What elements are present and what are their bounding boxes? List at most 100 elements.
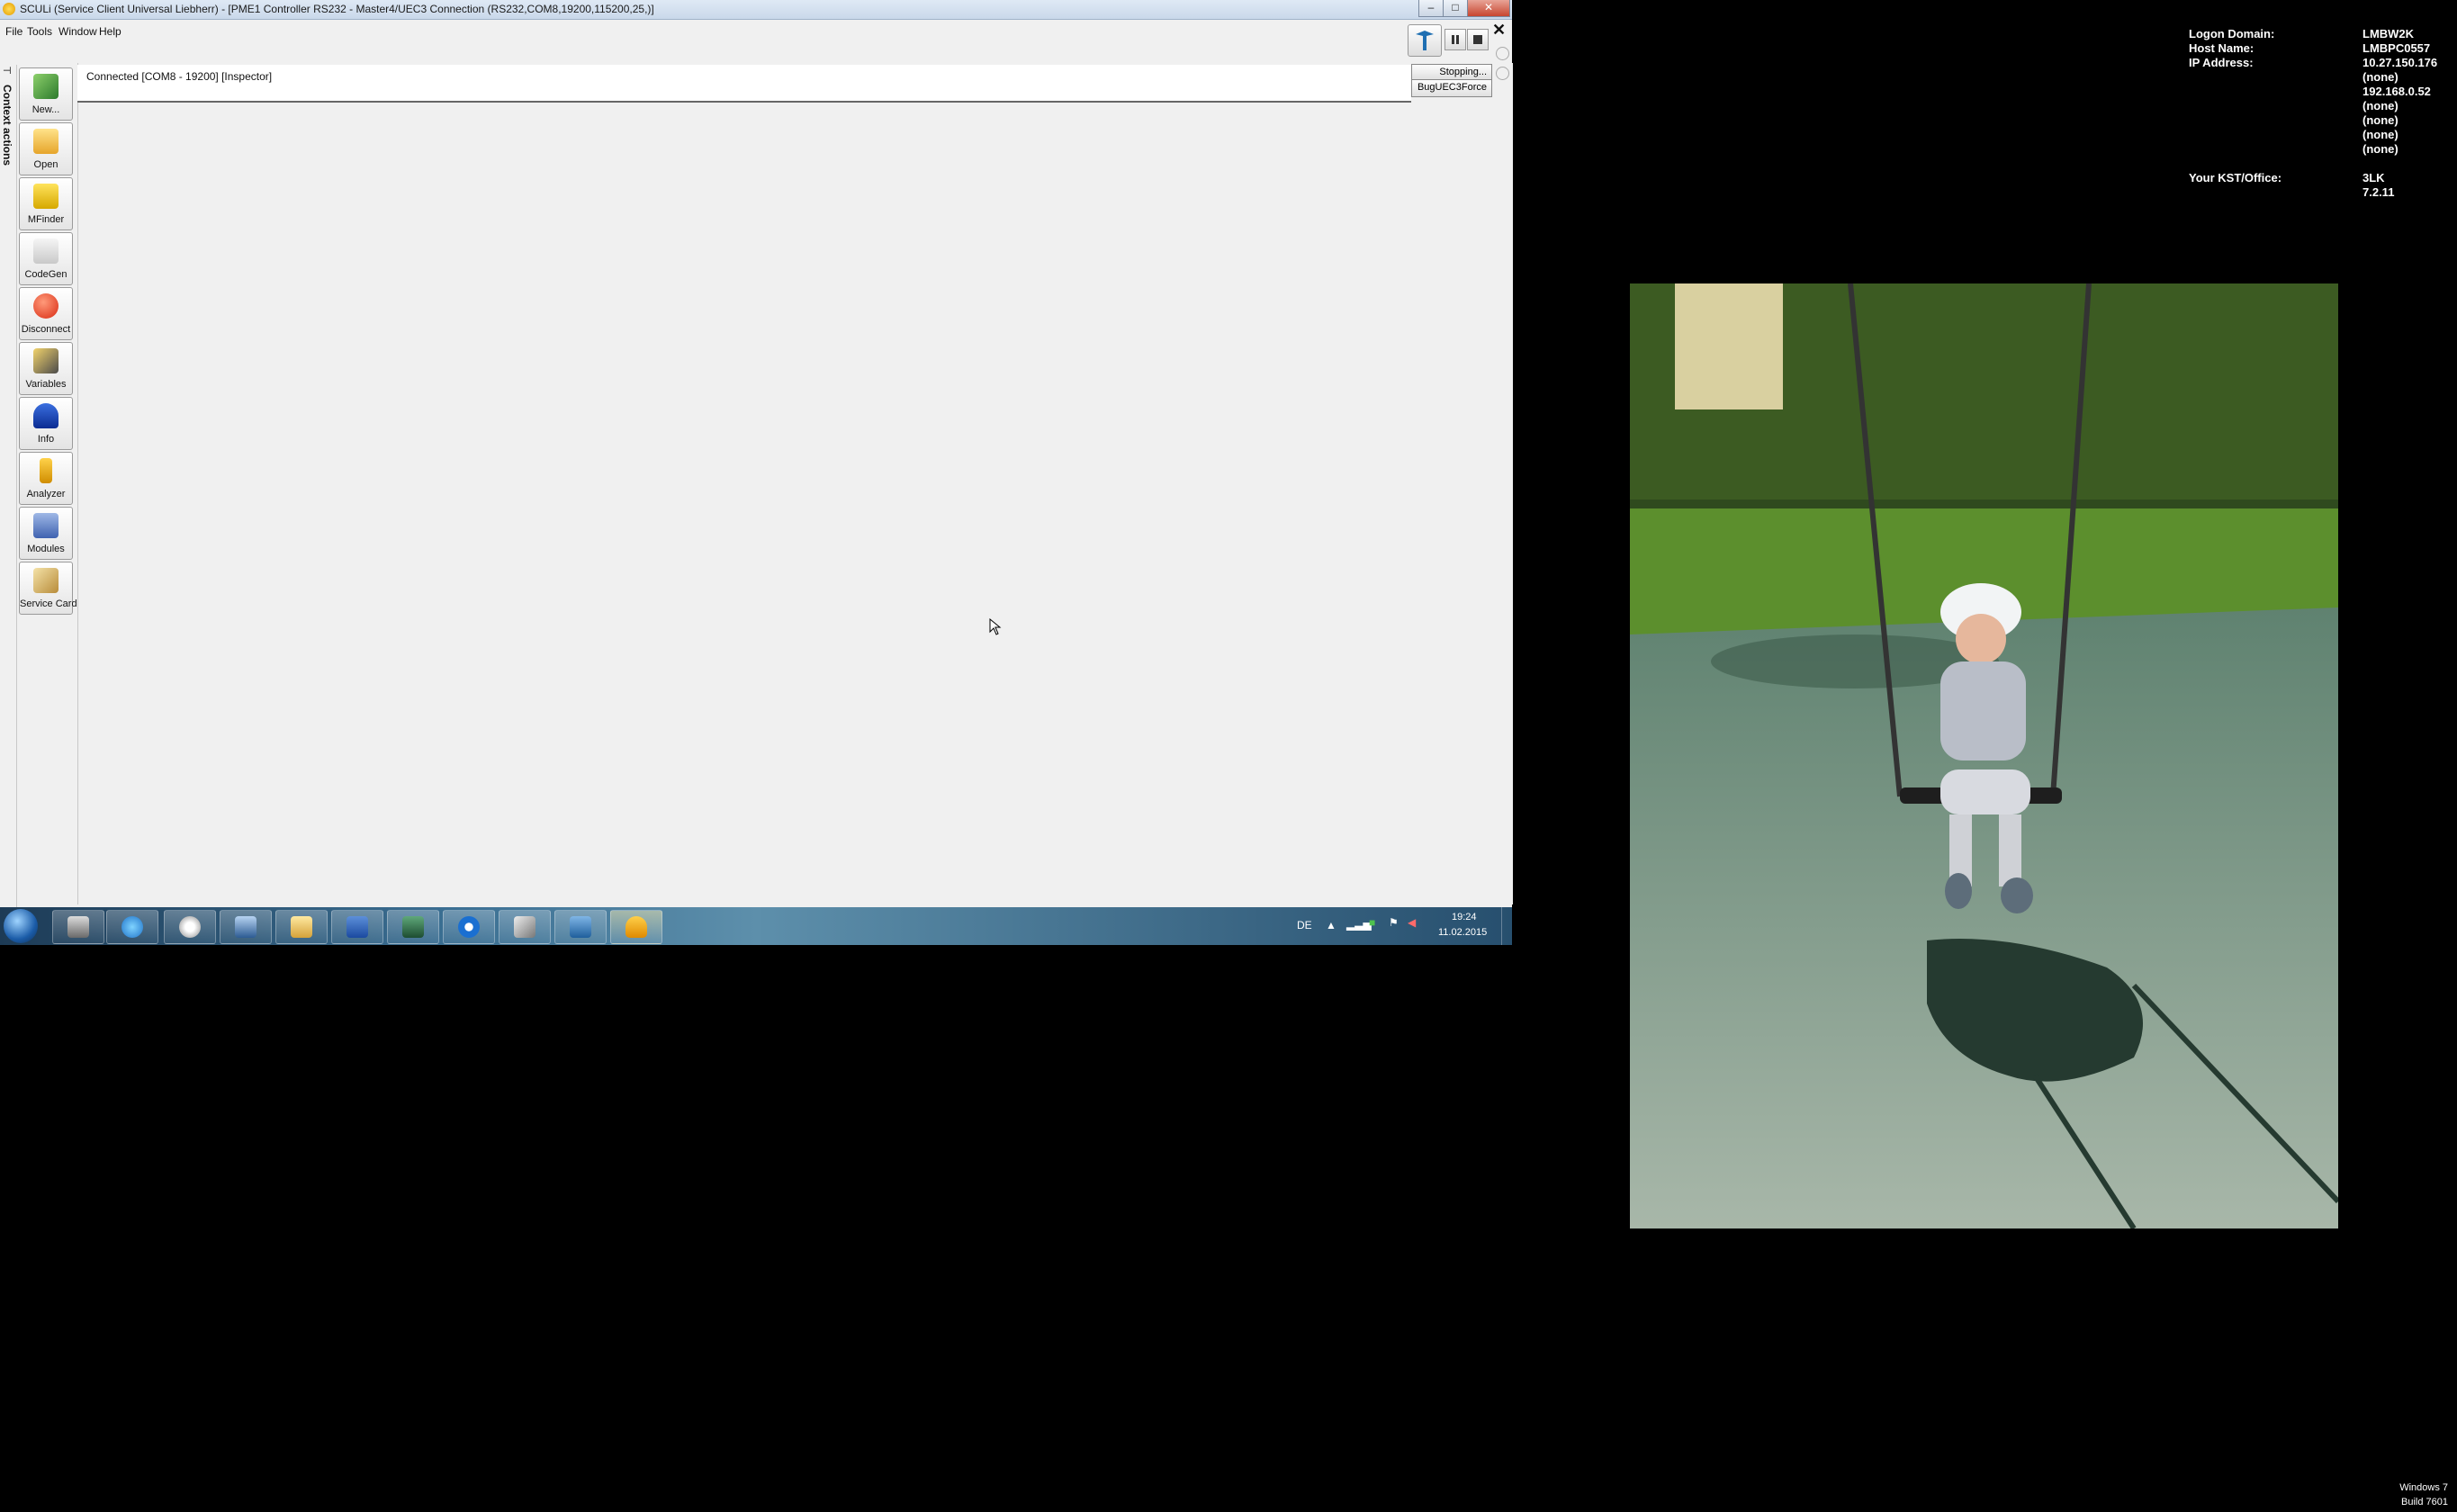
mfinder-button[interactable]: MFinder bbox=[19, 177, 73, 230]
codegen-button[interactable]: CodeGen bbox=[19, 232, 73, 285]
variables-button[interactable]: Variables bbox=[19, 342, 73, 395]
mfinder-label: MFinder bbox=[27, 214, 65, 225]
info-ip-address-label: IP Address: bbox=[2189, 56, 2254, 69]
work-area[interactable] bbox=[77, 63, 1513, 904]
os-build: Build 7601 bbox=[2401, 1497, 2448, 1508]
taskbar-app-pen[interactable] bbox=[499, 910, 551, 944]
lock-icon bbox=[33, 238, 58, 264]
taskbar-app-user[interactable] bbox=[52, 910, 104, 944]
taskbar-app-terminal[interactable] bbox=[387, 910, 439, 944]
os-name: Windows 7 bbox=[2399, 1482, 2448, 1493]
info-logon-domain-label: Logon Domain: bbox=[2189, 27, 2275, 40]
open-button[interactable]: Open bbox=[19, 122, 73, 176]
info-office-value-1: 3LK bbox=[2362, 171, 2385, 184]
new-button[interactable]: New... bbox=[19, 68, 73, 121]
analyzer-button[interactable]: Analyzer bbox=[19, 452, 73, 505]
info-ip-value-4: (none) bbox=[2362, 99, 2398, 112]
internet-explorer-icon bbox=[122, 916, 143, 938]
user-icon bbox=[68, 916, 89, 938]
modules-label: Modules bbox=[27, 544, 65, 554]
info-person-icon bbox=[33, 403, 58, 428]
language-indicator[interactable]: DE bbox=[1297, 919, 1312, 932]
connection-status-bar: Connected [COM8 - 19200] [Inspector] bbox=[77, 65, 1411, 103]
taskbar: DE ▲ ▂▃▅ ■ ⚑ ◀ 19:24 11.02.2015 bbox=[0, 907, 1512, 945]
info-button[interactable]: Info bbox=[19, 397, 73, 450]
analyzer-label: Analyzer bbox=[26, 489, 66, 500]
stopping-button[interactable]: Stopping... bbox=[1411, 64, 1492, 80]
service-card-button[interactable]: Service Card bbox=[19, 562, 77, 615]
maximize-button[interactable]: □ bbox=[1443, 0, 1468, 17]
info-ip-value-6: (none) bbox=[2362, 128, 2398, 141]
app-window: SCULi (Service Client Universal Liebherr… bbox=[0, 0, 1513, 911]
stop-icon bbox=[1473, 35, 1482, 44]
new-icon bbox=[33, 74, 58, 99]
sculi-icon bbox=[570, 916, 591, 938]
service-card-icon bbox=[33, 568, 58, 593]
taskbar-app-teamviewer[interactable] bbox=[443, 910, 495, 944]
info-office-label: Your KST/Office: bbox=[2189, 171, 2282, 184]
info-ip-value-2: (none) bbox=[2362, 70, 2398, 84]
mfinder-icon bbox=[33, 184, 58, 209]
clock-time[interactable]: 19:24 bbox=[1452, 912, 1477, 922]
open-folder-icon bbox=[33, 129, 58, 154]
info-host-name-label: Host Name: bbox=[2189, 41, 2254, 55]
variables-label: Variables bbox=[25, 379, 67, 390]
title-bar[interactable]: SCULi (Service Client Universal Liebherr… bbox=[0, 0, 1512, 20]
buguec3force-button[interactable]: BugUEC3Force bbox=[1411, 79, 1492, 97]
minimize-button[interactable]: – bbox=[1418, 0, 1444, 17]
sculi-logo-button[interactable] bbox=[1408, 24, 1442, 57]
disconnect-icon bbox=[33, 293, 58, 319]
window-title: SCULi (Service Client Universal Liebherr… bbox=[20, 3, 654, 15]
menu-bar: File Tools Window Help ✕ bbox=[0, 21, 1512, 40]
context-actions-tab[interactable]: ⊣ Context actions bbox=[0, 65, 17, 911]
wallpaper-photo bbox=[1630, 284, 2338, 1228]
taskbar-app-settings[interactable] bbox=[164, 910, 216, 944]
stop-button[interactable] bbox=[1467, 29, 1489, 50]
close-button[interactable]: ✕ bbox=[1467, 0, 1510, 17]
show-desktop-button[interactable] bbox=[1501, 907, 1513, 945]
scroll-indicator-icon bbox=[1496, 47, 1509, 60]
volume-muted-icon[interactable]: ◀ bbox=[1408, 916, 1416, 929]
info-ip-value-7: (none) bbox=[2362, 142, 2398, 156]
action-center-flag-icon[interactable]: ⚑ bbox=[1389, 916, 1399, 929]
service-card-label: Service Card bbox=[20, 598, 77, 609]
taskbar-app-explorer[interactable] bbox=[275, 910, 328, 944]
network-signal-icon[interactable]: ▂▃▅ bbox=[1346, 918, 1372, 931]
show-hidden-icons-icon[interactable]: ▲ bbox=[1326, 919, 1336, 932]
codegen-label: CodeGen bbox=[24, 269, 68, 280]
taskbar-app-helmet[interactable] bbox=[610, 910, 662, 944]
menu-file[interactable]: File bbox=[5, 25, 22, 38]
teamviewer-icon bbox=[458, 916, 480, 938]
pin-icon[interactable]: ⊣ bbox=[3, 65, 12, 76]
open-label: Open bbox=[33, 159, 58, 170]
pause-button[interactable] bbox=[1444, 29, 1466, 50]
taskbar-app-sculi[interactable] bbox=[554, 910, 607, 944]
menu-window[interactable]: Window bbox=[58, 25, 97, 38]
modules-icon bbox=[33, 513, 58, 538]
analyzer-icon bbox=[40, 458, 52, 483]
taskbar-app-ie[interactable] bbox=[106, 910, 158, 944]
start-button[interactable] bbox=[4, 909, 38, 943]
menu-help[interactable]: Help bbox=[99, 25, 122, 38]
menu-tools[interactable]: Tools bbox=[27, 25, 52, 38]
app-icon bbox=[3, 3, 15, 15]
disconnect-button[interactable]: Disconnect bbox=[19, 287, 73, 340]
terminal-icon bbox=[402, 916, 424, 938]
word-icon bbox=[346, 916, 368, 938]
helmet-icon bbox=[626, 916, 647, 938]
pen-tool-icon bbox=[514, 916, 536, 938]
taskbar-app-word[interactable] bbox=[331, 910, 383, 944]
security-shield-icon[interactable]: ■ bbox=[1369, 916, 1375, 929]
context-actions-label: Context actions bbox=[1, 85, 14, 166]
info-ip-value-1: 10.27.150.176 bbox=[2362, 56, 2438, 69]
network-computer-icon bbox=[235, 916, 256, 938]
modules-button[interactable]: Modules bbox=[19, 507, 73, 560]
info-logon-domain-value: LMBW2K bbox=[2362, 27, 2415, 40]
clock-date[interactable]: 11.02.2015 bbox=[1438, 927, 1487, 938]
sculi-logo-icon bbox=[1416, 31, 1434, 50]
taskbar-app-network[interactable] bbox=[220, 910, 272, 944]
inner-close-icon[interactable]: ✕ bbox=[1492, 21, 1506, 40]
info-office-value-2: 7.2.11 bbox=[2362, 185, 2395, 199]
variables-icon bbox=[33, 348, 58, 374]
explorer-folder-icon bbox=[291, 916, 312, 938]
